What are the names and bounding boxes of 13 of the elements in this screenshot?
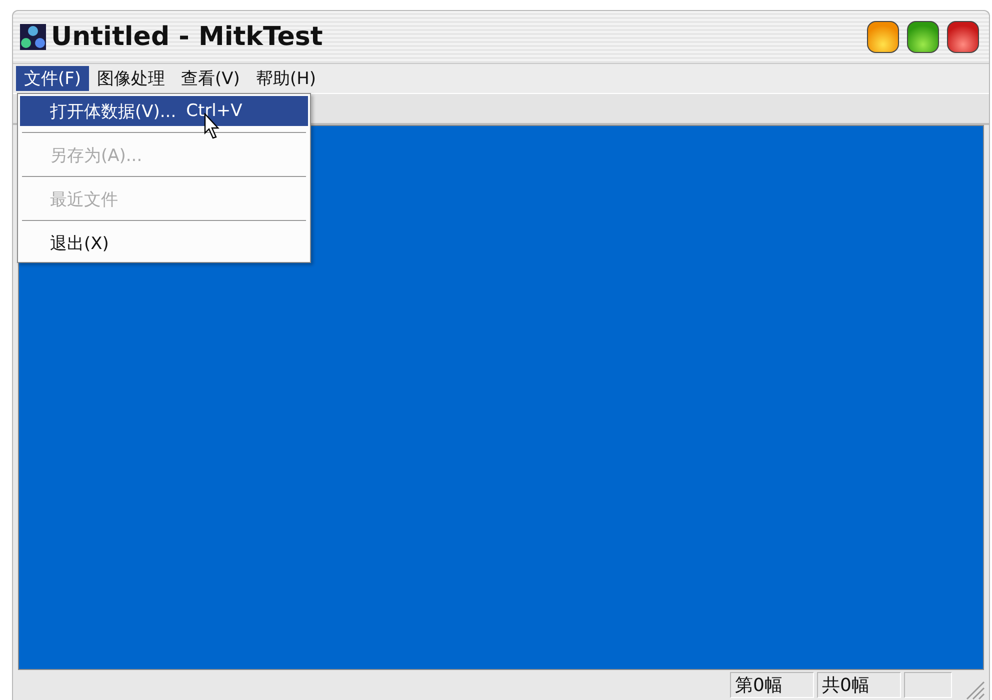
menu-item[interactable]: 打开体数据(V)... Ctrl+V [20,96,308,126]
menu-bar-item[interactable]: 文件(F) [16,66,90,91]
window-control-button[interactable] [947,21,979,53]
window-title: Untitled - MitkTest [51,22,324,52]
status-pane: 共0幅 [817,672,901,698]
menu-bar-item[interactable]: 图像处理 [89,66,174,91]
app-icon [19,23,47,51]
menu-bar-item[interactable]: 查看(V) [173,66,248,91]
menu-item[interactable]: 退出(X) [20,228,308,258]
window-control-button[interactable] [907,21,939,53]
status-pane: 第0幅 [730,672,814,698]
menu-bar-item[interactable]: 帮助(H) [248,66,324,91]
window-control-button[interactable] [867,21,899,53]
